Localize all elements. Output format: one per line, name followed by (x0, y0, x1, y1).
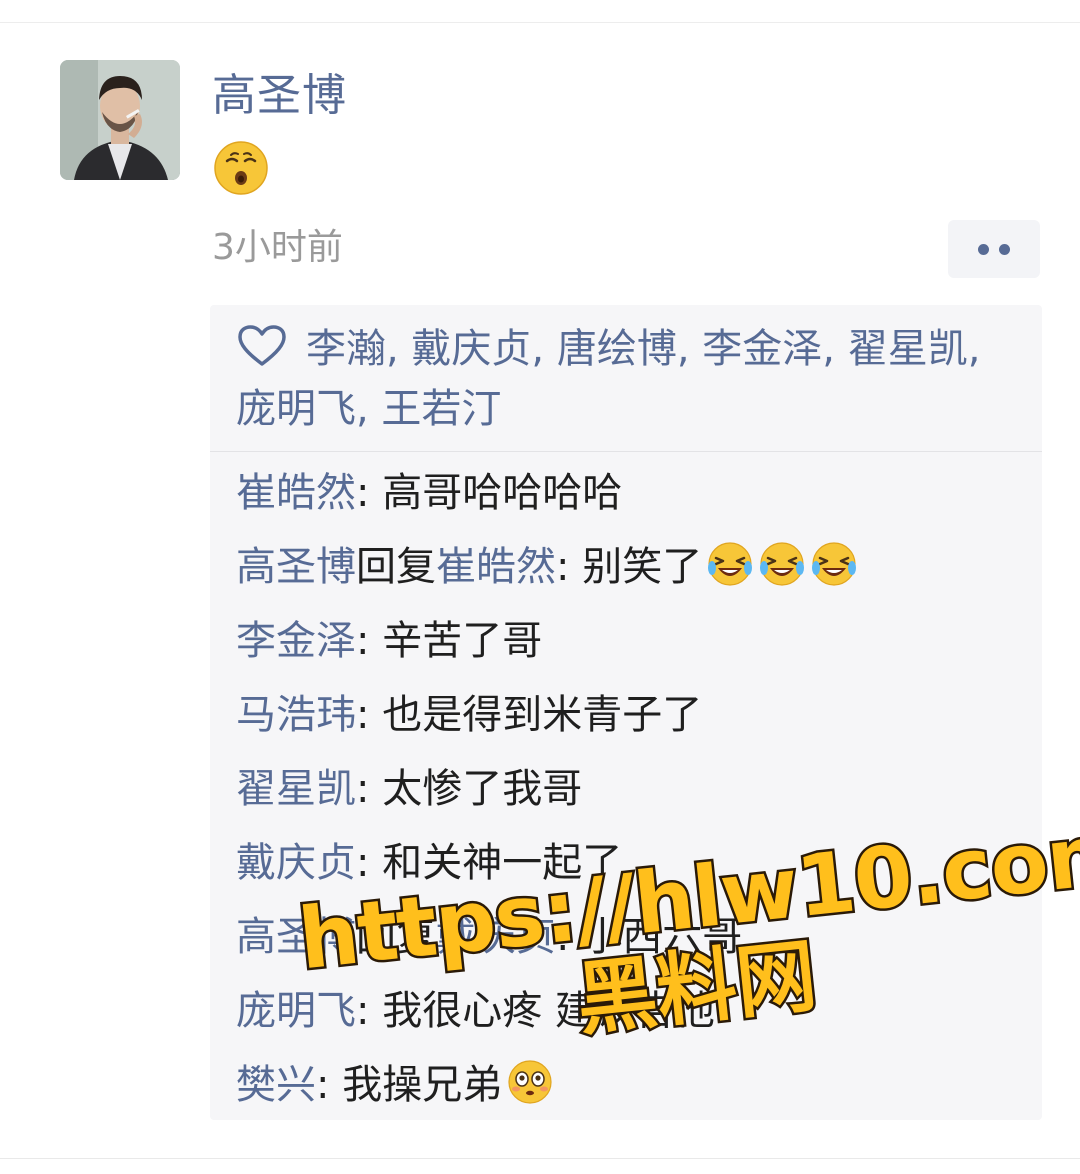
comment-author[interactable]: 樊兴 (236, 1062, 316, 1108)
comment-author[interactable]: 高圣博 (236, 914, 356, 960)
comment-author[interactable]: 李金泽 (236, 618, 356, 664)
reply-word: 回复 (356, 914, 436, 960)
bottom-divider (0, 1158, 1080, 1159)
comment-separator: : (356, 618, 383, 664)
comment-item[interactable]: 高圣博回复崔皓然: 别笑了 (236, 539, 1026, 595)
laughing-tears-emoji (760, 542, 805, 586)
comment-author[interactable]: 翟星凯 (236, 766, 356, 812)
likes-comments-divider (210, 451, 1042, 452)
reply-target[interactable]: 崔皓然 (436, 544, 556, 590)
laughing-tears-emoji (812, 542, 857, 586)
moments-post-page: 高圣博 3小时前 李瀚, 戴庆贞, 唐绘博, 李金泽, 翟星凯, 庞明飞, 王若… (0, 0, 1080, 1174)
comment-author[interactable]: 戴庆贞 (236, 840, 356, 886)
comment-separator: : (556, 914, 583, 960)
comment-item[interactable]: 庞明飞: 我很心疼 建议告他 (236, 983, 1026, 1039)
comment-item[interactable]: 李金泽: 辛苦了哥 (236, 613, 1026, 669)
comment-author[interactable]: 庞明飞 (236, 988, 356, 1034)
comment-item[interactable]: 马浩玮: 也是得到米青子了 (236, 687, 1026, 743)
comment-item[interactable]: 高圣博回复戴庆贞: 小西六哥 (236, 909, 1026, 965)
comment-text: 我很心疼 建议告他 (382, 988, 715, 1034)
comment-item[interactable]: 樊兴: 我操兄弟 (236, 1057, 1026, 1113)
comment-text: 别笑了 (582, 544, 703, 590)
likes-names[interactable]: 李瀚, 戴庆贞, 唐绘博, 李金泽, 翟星凯, 庞明飞, 王若汀 (236, 326, 980, 432)
interaction-panel: 李瀚, 戴庆贞, 唐绘博, 李金泽, 翟星凯, 庞明飞, 王若汀 崔皓然: 高哥… (210, 305, 1042, 1120)
comment-separator: : (556, 544, 583, 590)
reply-target[interactable]: 戴庆贞 (436, 914, 556, 960)
author-name[interactable]: 高圣博 (212, 68, 347, 124)
avatar-portrait-image (60, 60, 180, 180)
more-dot-icon (978, 243, 989, 255)
more-actions-button[interactable] (948, 220, 1040, 278)
post-timestamp: 3小时前 (212, 227, 343, 268)
more-dot-icon (999, 243, 1010, 255)
laughing-tears-emoji (708, 542, 753, 586)
author-avatar[interactable] (60, 60, 180, 180)
comment-author[interactable]: 崔皓然 (236, 470, 356, 516)
comment-text: 和关神一起了 (382, 840, 623, 886)
comment-author[interactable]: 高圣博 (236, 544, 356, 590)
comment-text: 太惨了我哥 (382, 766, 583, 812)
comment-text: 也是得到米青子了 (382, 692, 703, 738)
comment-item[interactable]: 翟星凯: 太惨了我哥 (236, 761, 1026, 817)
whistling-face-emoji (214, 141, 268, 195)
comment-text: 我操兄弟 (342, 1062, 503, 1108)
comment-text: 小西六哥 (582, 914, 743, 960)
comment-separator: : (316, 1062, 343, 1108)
comment-separator: : (356, 840, 383, 886)
comment-separator: : (356, 470, 383, 516)
comment-item[interactable]: 崔皓然: 高哥哈哈哈哈 (236, 465, 1026, 521)
comment-item[interactable]: 戴庆贞: 和关神一起了 (236, 835, 1026, 891)
comment-separator: : (356, 766, 383, 812)
likes-row: 李瀚, 戴庆贞, 唐绘博, 李金泽, 翟星凯, 庞明飞, 王若汀 (236, 319, 1006, 439)
comment-text: 辛苦了哥 (382, 618, 543, 664)
comment-author[interactable]: 马浩玮 (236, 692, 356, 738)
comment-separator: : (356, 692, 383, 738)
flushed-face-emoji (508, 1060, 552, 1104)
top-divider (0, 22, 1080, 23)
comment-text: 高哥哈哈哈哈 (382, 470, 623, 516)
heart-outline-icon (238, 325, 286, 366)
comment-separator: : (356, 988, 383, 1034)
reply-word: 回复 (356, 544, 436, 590)
